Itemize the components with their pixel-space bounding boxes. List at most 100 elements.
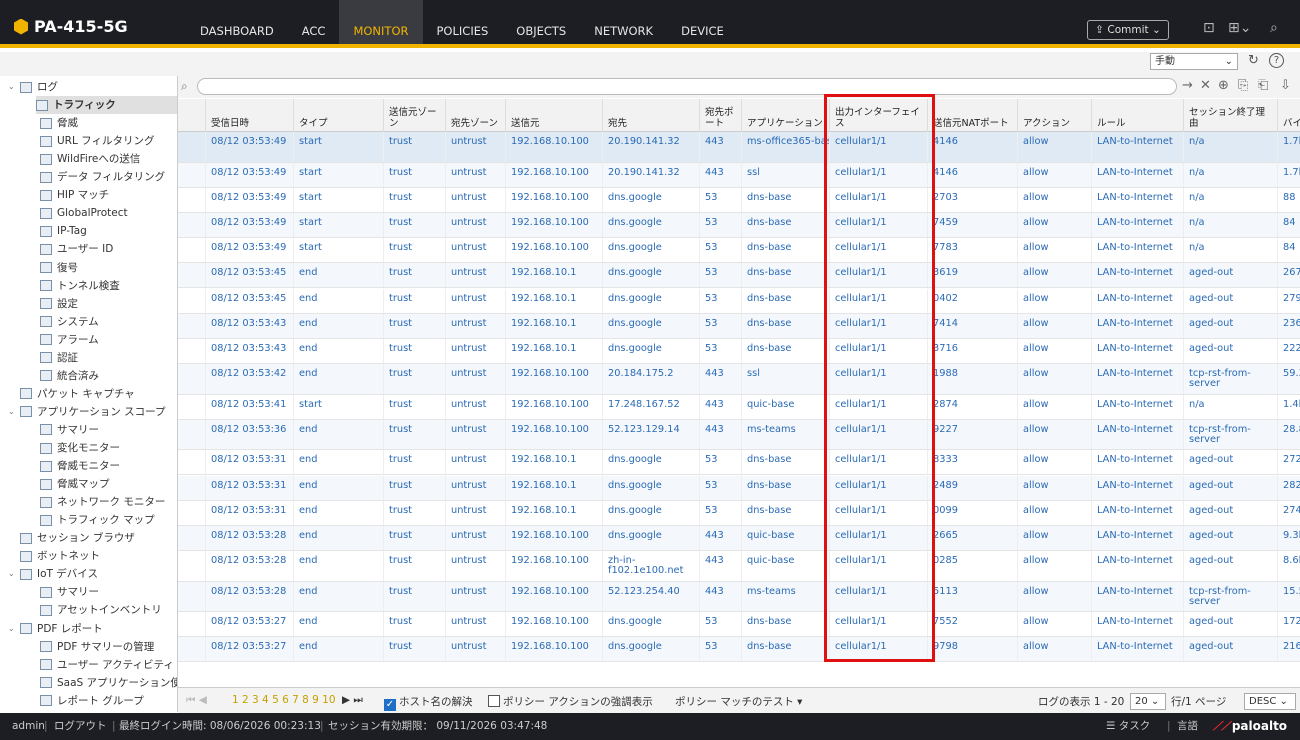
row-detail-icon[interactable] xyxy=(178,551,206,581)
table-cell[interactable]: 274 xyxy=(1278,501,1300,525)
table-cell[interactable]: n/a xyxy=(1184,238,1278,263)
table-cell[interactable]: aged-out xyxy=(1184,338,1278,364)
row-detail-icon[interactable] xyxy=(178,162,206,187)
column-header[interactable]: タイプ xyxy=(294,99,384,132)
table-cell[interactable]: LAN-to-Internet xyxy=(1092,612,1184,637)
table-cell[interactable]: 1.7k xyxy=(1278,132,1300,162)
table-cell[interactable]: LAN-to-Internet xyxy=(1092,525,1184,551)
table-cell[interactable]: cellular1/1 xyxy=(830,132,928,162)
sidebar-item[interactable]: トンネル検査 xyxy=(40,277,120,295)
column-header[interactable]: 送信元ゾーン xyxy=(384,99,446,132)
table-cell[interactable]: 192.168.10.100 xyxy=(506,525,603,551)
row-detail-icon[interactable] xyxy=(178,581,206,612)
lock-icon[interactable]: ⊡ xyxy=(1203,20,1215,36)
table-cell[interactable]: dns.google xyxy=(603,238,700,263)
table-cell[interactable]: aged-out xyxy=(1184,263,1278,288)
table-cell[interactable]: 08/12 03:53:28 xyxy=(206,581,294,612)
sidebar-item[interactable]: アセットインベントリ xyxy=(40,601,162,619)
table-cell[interactable]: cellular1/1 xyxy=(830,338,928,364)
row-detail-icon[interactable] xyxy=(178,612,206,637)
sidebar-item[interactable]: 設定 xyxy=(40,295,78,313)
table-cell[interactable]: LAN-to-Internet xyxy=(1092,475,1184,500)
export-icon[interactable]: ⇩ xyxy=(1280,78,1291,93)
table-cell[interactable]: untrust xyxy=(446,132,506,162)
sidebar-item[interactable]: サマリー xyxy=(40,421,99,439)
table-cell[interactable]: untrust xyxy=(446,419,506,450)
table-cell[interactable]: 8.6k xyxy=(1278,551,1300,581)
table-cell[interactable]: 53 xyxy=(700,313,742,338)
table-row[interactable]: 08/12 03:53:28 end trust untrust 192.168.10.… xyxy=(178,551,1300,582)
table-cell[interactable]: trust xyxy=(384,475,446,500)
table-row[interactable]: 08/12 03:53:27 end trust untrust 192.168.10.… xyxy=(178,637,1300,663)
table-cell[interactable]: 236 xyxy=(1278,314,1300,338)
table-row[interactable]: 08/12 03:53:49 start trust untrust 192.168.1… xyxy=(178,187,1300,213)
table-cell[interactable]: 08/12 03:53:49 xyxy=(206,238,294,263)
table-row[interactable]: 08/12 03:53:31 end trust untrust 192.168.10.… xyxy=(178,475,1300,501)
table-cell[interactable]: allow xyxy=(1018,637,1092,662)
table-cell[interactable]: dns-base xyxy=(742,475,830,500)
table-cell[interactable]: 84 xyxy=(1278,238,1300,262)
table-cell[interactable]: 192.168.10.1 xyxy=(506,313,603,338)
column-header[interactable]: 宛先 xyxy=(603,99,700,132)
table-cell[interactable]: 192.168.10.1 xyxy=(506,475,603,500)
table-cell[interactable]: 53 xyxy=(700,637,742,662)
table-cell[interactable]: LAN-to-Internet xyxy=(1092,187,1184,212)
table-cell[interactable]: untrust xyxy=(446,313,506,338)
table-cell[interactable]: 0402 xyxy=(928,288,1018,313)
sidebar-item[interactable]: ボットネット xyxy=(8,547,100,565)
table-cell[interactable]: trust xyxy=(384,394,446,419)
table-cell[interactable]: 53 xyxy=(700,263,742,288)
column-header[interactable]: 受信日時 xyxy=(206,99,294,132)
table-cell[interactable]: LAN-to-Internet xyxy=(1092,162,1184,187)
table-cell[interactable]: 28.8 xyxy=(1278,420,1300,450)
table-cell[interactable]: 272 xyxy=(1278,450,1300,474)
column-header[interactable]: アクション xyxy=(1018,99,1092,132)
table-cell[interactable]: trust xyxy=(384,212,446,238)
sidebar-item[interactable]: ユーザー アクティビティ レ xyxy=(40,656,177,674)
table-cell[interactable]: dns.google xyxy=(603,475,700,500)
table-cell[interactable]: untrust xyxy=(446,394,506,419)
table-cell[interactable]: 53 xyxy=(700,187,742,212)
table-cell[interactable]: cellular1/1 xyxy=(830,612,928,637)
table-cell[interactable]: untrust xyxy=(446,238,506,263)
table-cell[interactable]: n/a xyxy=(1184,212,1278,238)
row-detail-icon[interactable] xyxy=(178,475,206,500)
table-cell[interactable]: trust xyxy=(384,450,446,475)
table-cell[interactable]: allow xyxy=(1018,364,1092,394)
table-cell[interactable]: 84 xyxy=(1278,213,1300,237)
add-filter-icon[interactable]: ⊕ xyxy=(1218,78,1229,93)
table-cell[interactable]: LAN-to-Internet xyxy=(1092,238,1184,263)
table-cell[interactable]: 2489 xyxy=(928,475,1018,500)
table-cell[interactable]: 08/12 03:53:43 xyxy=(206,313,294,338)
table-cell[interactable]: trust xyxy=(384,364,446,394)
table-cell[interactable]: 53 xyxy=(700,612,742,637)
table-cell[interactable]: tcp-rst-from-server xyxy=(1184,419,1278,450)
row-detail-icon[interactable] xyxy=(178,263,206,288)
column-header[interactable]: 宛先ポート xyxy=(700,99,742,132)
table-cell[interactable]: LAN-to-Internet xyxy=(1092,419,1184,450)
sidebar-item[interactable]: 脅威モニター xyxy=(40,457,120,475)
row-detail-icon[interactable] xyxy=(178,187,206,212)
table-cell[interactable]: allow xyxy=(1018,525,1092,551)
table-cell[interactable]: 08/12 03:53:31 xyxy=(206,500,294,525)
table-cell[interactable]: allow xyxy=(1018,238,1092,263)
nav-tab-policies[interactable]: POLICIES xyxy=(423,0,503,44)
table-cell[interactable]: 08/12 03:53:27 xyxy=(206,637,294,662)
table-cell[interactable]: LAN-to-Internet xyxy=(1092,132,1184,162)
table-cell[interactable]: 52.123.254.40 xyxy=(603,581,700,612)
table-cell[interactable]: 20.190.141.32 xyxy=(603,162,700,187)
row-detail-icon[interactable] xyxy=(178,637,206,662)
table-cell[interactable]: trust xyxy=(384,581,446,612)
table-cell[interactable]: 192.168.10.1 xyxy=(506,263,603,288)
table-cell[interactable]: aged-out xyxy=(1184,525,1278,551)
sidebar-item[interactable]: 復号 xyxy=(40,259,78,277)
table-cell[interactable]: quic-base xyxy=(742,525,830,551)
table-cell[interactable]: dns-base xyxy=(742,338,830,364)
table-cell[interactable]: 192.168.10.100 xyxy=(506,132,603,162)
table-cell[interactable]: start xyxy=(294,238,384,263)
table-cell[interactable]: start xyxy=(294,132,384,162)
table-cell[interactable]: 192.168.10.100 xyxy=(506,394,603,419)
table-cell[interactable]: cellular1/1 xyxy=(830,581,928,612)
column-header[interactable]: 出力インターフェイス xyxy=(830,99,928,132)
row-detail-icon[interactable] xyxy=(178,338,206,364)
